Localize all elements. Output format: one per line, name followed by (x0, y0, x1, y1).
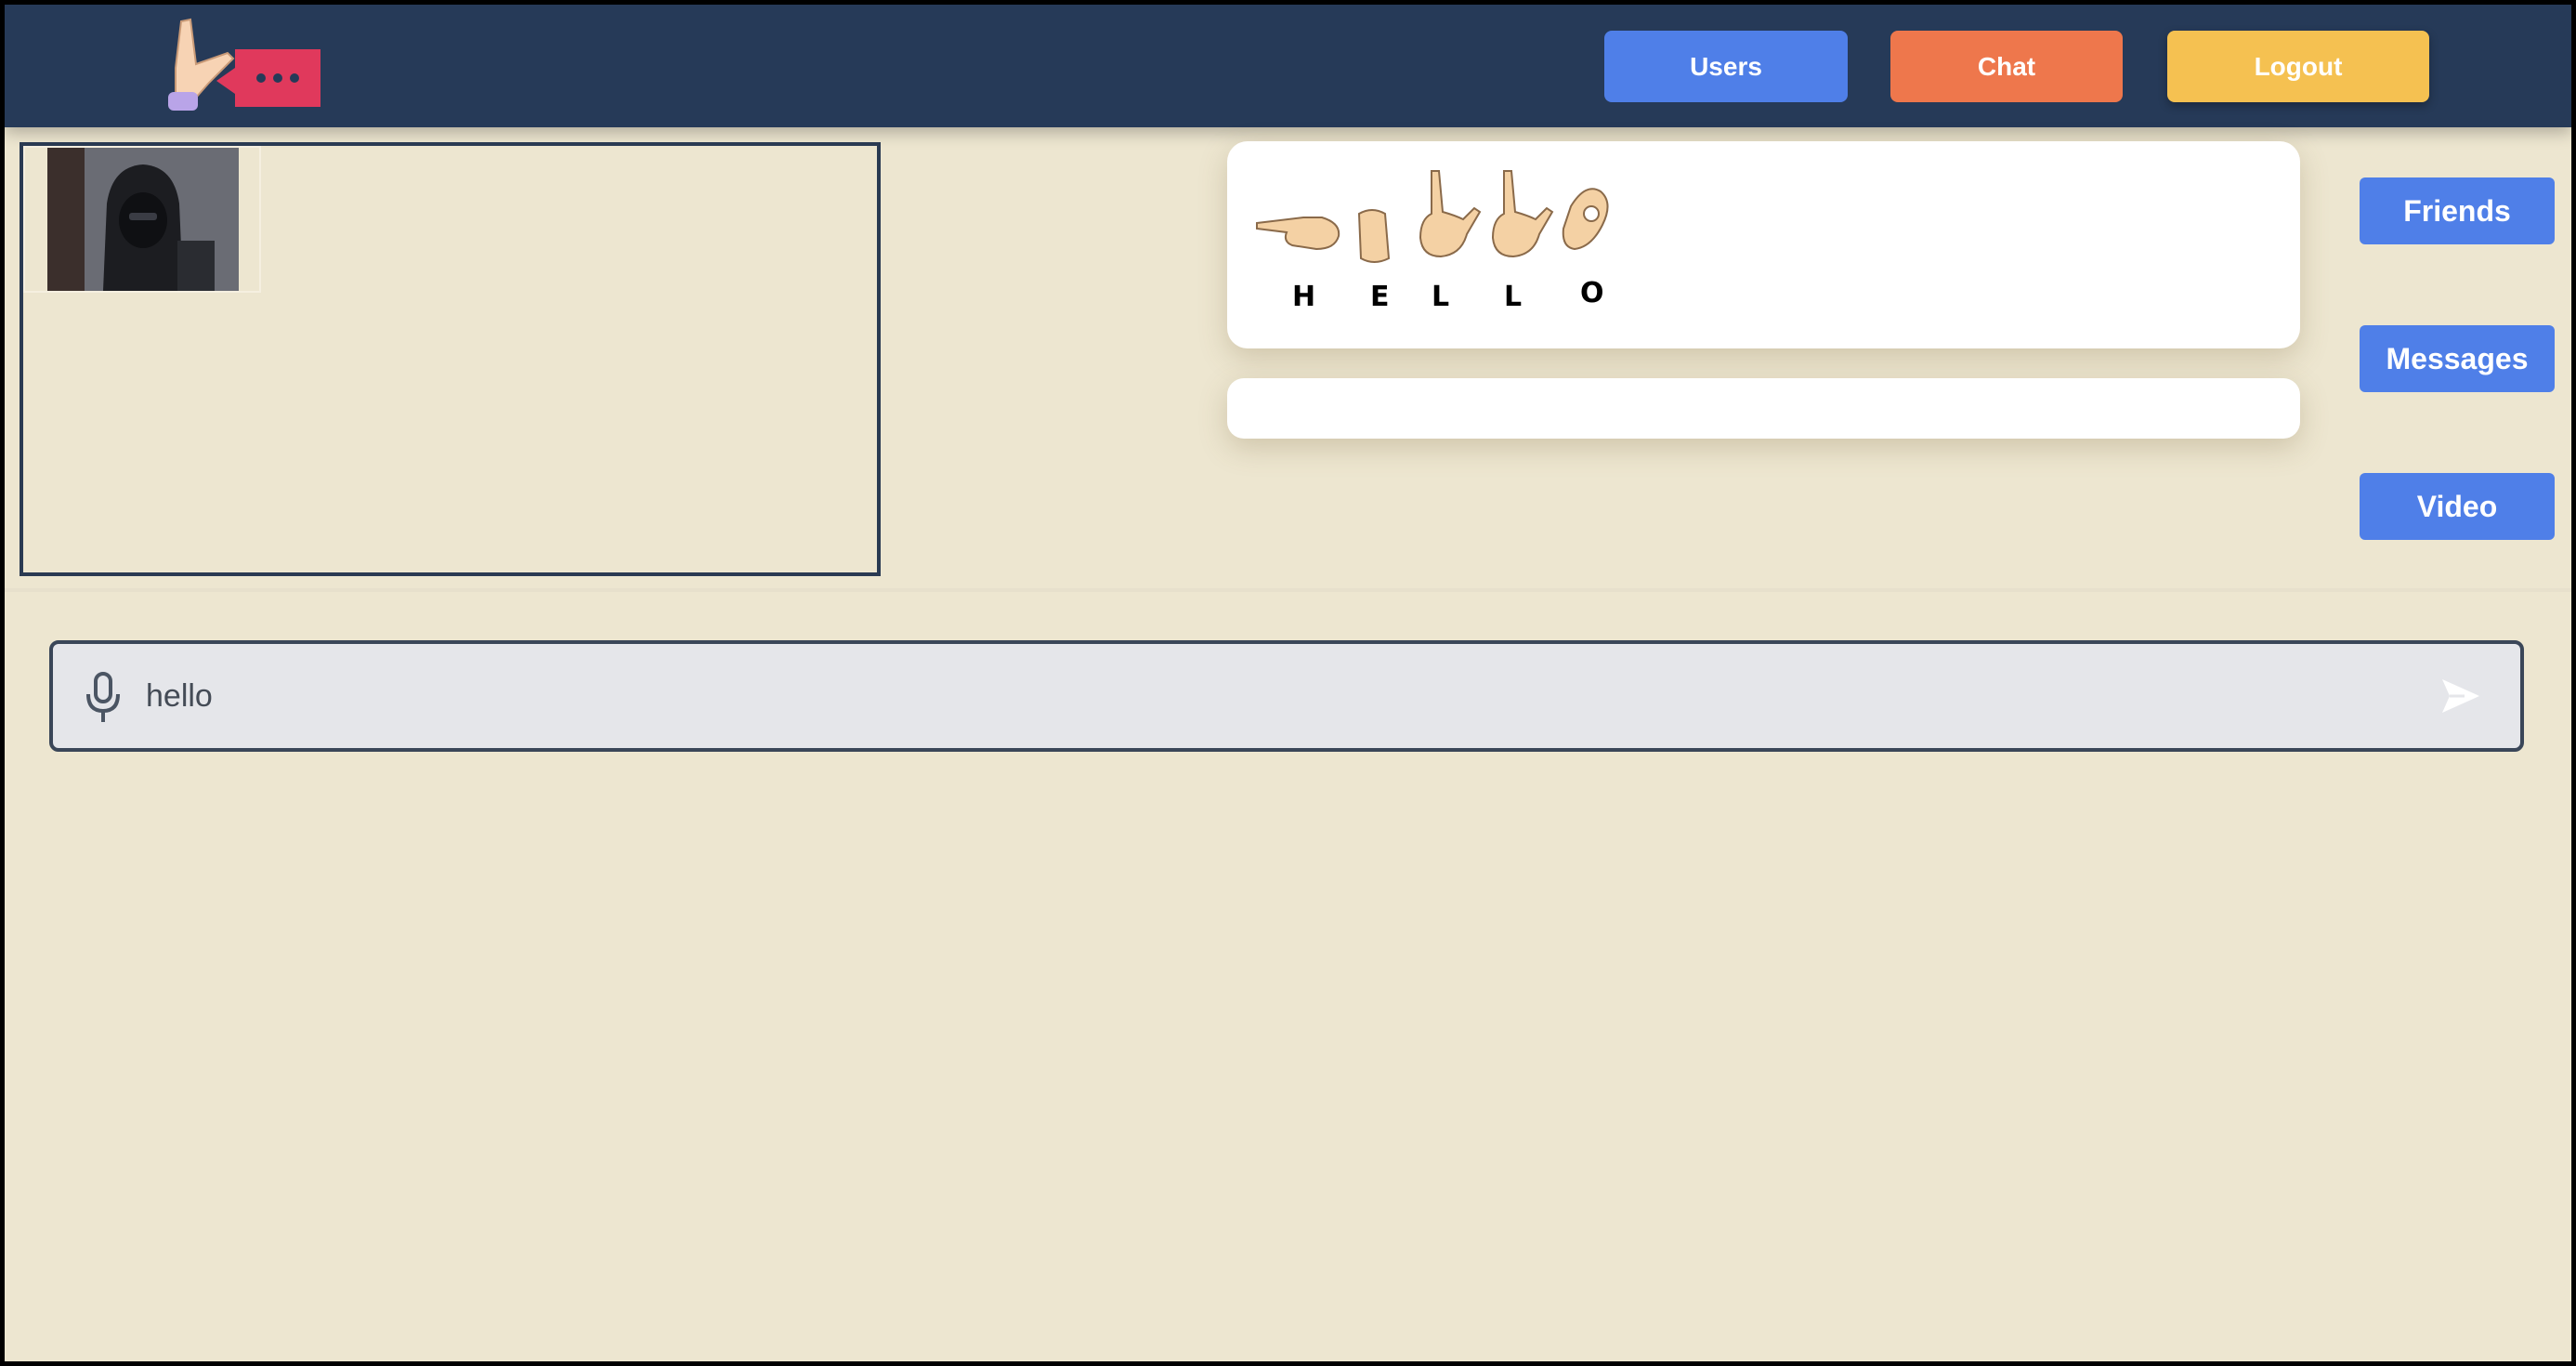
sign-letter: L (1504, 281, 1523, 313)
video-button[interactable]: Video (2360, 473, 2555, 540)
sign-l2-hand-icon (1491, 170, 1554, 258)
messages-button[interactable]: Messages (2360, 325, 2555, 392)
sign-letter: H (1292, 281, 1316, 313)
section-divider (5, 588, 2571, 592)
video-call-area (20, 142, 881, 576)
sign-h-hand-icon (1256, 217, 1340, 251)
local-video-thumbnail[interactable] (23, 146, 261, 293)
app-logo-icon[interactable] (163, 12, 330, 114)
top-navbar: Users Chat Logout (5, 5, 2571, 127)
friends-button[interactable]: Friends (2360, 177, 2555, 244)
message-composer (49, 640, 2524, 752)
sign-o-hand-icon (1562, 188, 1609, 251)
sign-language-panel: H E L L O (1227, 141, 2300, 348)
webcam-feed-image (47, 148, 239, 291)
message-input[interactable] (146, 663, 2375, 729)
transcript-panel (1227, 378, 2300, 439)
sign-letter: L (1432, 281, 1450, 313)
microphone-icon[interactable] (81, 672, 125, 724)
sign-e-hand-icon (1357, 209, 1391, 263)
send-icon[interactable] (2439, 674, 2483, 718)
sign-letter: O (1580, 277, 1604, 309)
app-frame: Users Chat Logout H E L L O Friends Mess… (5, 5, 2571, 1361)
sign-letter: E (1370, 281, 1390, 313)
sign-l-hand-icon (1419, 170, 1482, 258)
logout-button[interactable]: Logout (2167, 31, 2429, 102)
chat-button[interactable]: Chat (1890, 31, 2123, 102)
users-button[interactable]: Users (1604, 31, 1848, 102)
